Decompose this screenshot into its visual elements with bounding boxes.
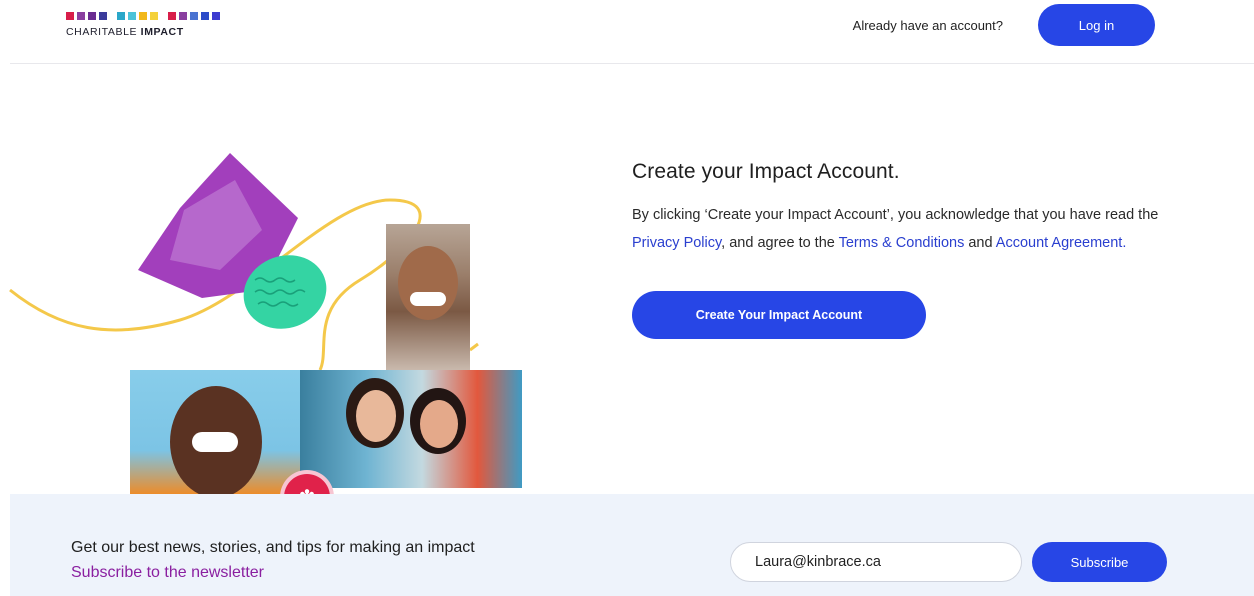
logo-color-square [88, 12, 96, 20]
newsletter-text: Get our best news, stories, and tips for… [71, 539, 475, 556]
account-agreement-link[interactable]: Account Agreement. [996, 235, 1127, 251]
logo-text-bold: IMPACT [140, 26, 184, 38]
photo-two-women [300, 370, 522, 488]
logo-color-square [139, 12, 147, 20]
logo-bar-gap [161, 12, 165, 20]
woman-left-face [356, 390, 396, 442]
top-header: CHARITABLE IMPACT Already have an accoun… [10, 0, 1254, 64]
logo-color-square [150, 12, 158, 20]
logo-color-square [201, 12, 209, 20]
photo-smiling-girl [386, 224, 470, 370]
account-panel: Create your Impact Account. By clicking … [632, 160, 1192, 339]
logo-bars [66, 12, 220, 20]
yellow-dash [469, 342, 479, 352]
logo-color-square [179, 12, 187, 20]
newsletter-bar: Get our best news, stories, and tips for… [10, 494, 1254, 596]
logo-color-square [66, 12, 74, 20]
woman-right-face [420, 400, 458, 448]
logo-color-square [168, 12, 176, 20]
logo-text-plain: CHARITABLE [66, 26, 141, 38]
hero-illustration: ✽ [0, 140, 560, 540]
logo-color-square [77, 12, 85, 20]
desc-text-1: By clicking ‘Create your Impact Account’… [632, 207, 1159, 223]
terms-conditions-link[interactable]: Terms & Conditions [839, 235, 965, 251]
logo-text: CHARITABLE IMPACT [66, 26, 220, 38]
desc-text-3: and [964, 235, 996, 251]
subscribe-button[interactable]: Subscribe [1032, 542, 1167, 582]
logo-color-square [128, 12, 136, 20]
page-title: Create your Impact Account. [632, 160, 900, 183]
subscribe-newsletter-link[interactable]: Subscribe to the newsletter [71, 564, 264, 582]
privacy-policy-link[interactable]: Privacy Policy [632, 235, 721, 251]
girl-face [398, 246, 458, 320]
already-have-account-text: Already have an account? [852, 18, 1003, 33]
terms-description: By clicking ‘Create your Impact Account’… [632, 201, 1192, 257]
logo-color-square [117, 12, 125, 20]
charitable-impact-logo[interactable]: CHARITABLE IMPACT [66, 12, 220, 38]
man-smile [192, 432, 238, 452]
logo-color-square [99, 12, 107, 20]
logo-bar-gap [110, 12, 114, 20]
desc-text-2: , and agree to the [721, 235, 839, 251]
create-account-button[interactable]: Create Your Impact Account [632, 291, 926, 339]
logo-color-square [212, 12, 220, 20]
logo-color-square [190, 12, 198, 20]
login-button[interactable]: Log in [1038, 4, 1155, 46]
girl-smile [410, 292, 446, 306]
email-input[interactable] [730, 542, 1022, 582]
